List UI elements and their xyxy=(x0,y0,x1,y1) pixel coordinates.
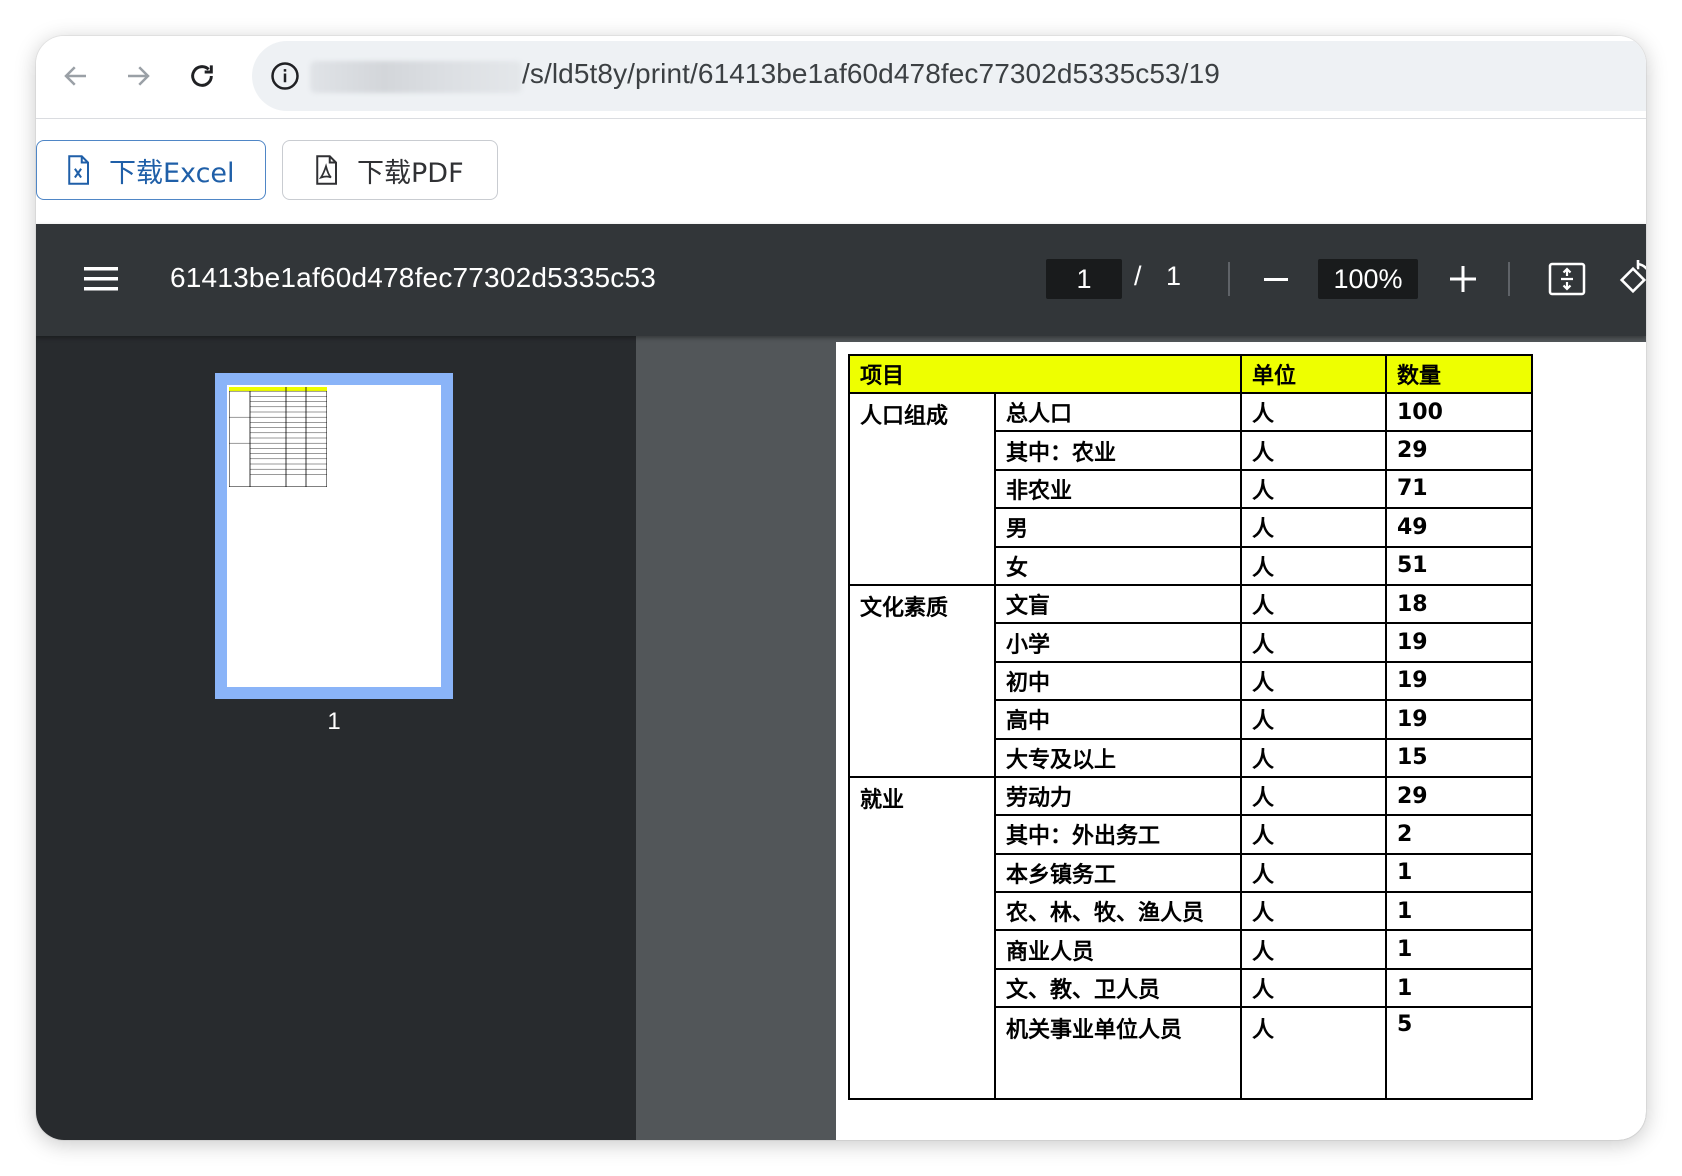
unit-cell: 人 xyxy=(1240,699,1387,740)
thumbnail-page xyxy=(227,385,441,687)
quantity-cell: 19 xyxy=(1385,699,1533,740)
quantity-cell: 18 xyxy=(1385,583,1533,625)
header-item: 项目 xyxy=(848,354,1242,394)
toolbar-divider xyxy=(1508,262,1510,296)
item-cell: 文、教、卫人员 xyxy=(994,967,1242,1009)
quantity-cell: 5 xyxy=(1385,1006,1533,1101)
download-pdf-label: 下载PDF xyxy=(357,157,464,189)
reload-icon xyxy=(191,65,213,87)
omnibox[interactable]: /s/ld5t8y/print/61413be1af60d478fec77302… xyxy=(252,41,1646,111)
header-quantity: 数量 xyxy=(1385,354,1533,394)
quantity-cell: 19 xyxy=(1385,622,1533,663)
download-excel-button[interactable]: 下载Excel xyxy=(36,140,266,200)
item-cell: 机关事业单位人员 xyxy=(994,1006,1242,1101)
table-row: 就业 劳动力人 29 xyxy=(848,775,1533,1101)
unit-cell: 人 xyxy=(1240,507,1387,548)
document-title: 61413be1af60d478fec77302d5335c53 xyxy=(170,262,656,293)
unit-cell: 人 xyxy=(1240,468,1387,510)
category-cell: 文化素质 xyxy=(848,583,996,778)
quantity-cell: 2 xyxy=(1385,814,1533,855)
reload-button[interactable] xyxy=(180,54,224,98)
excel-file-icon xyxy=(68,155,89,185)
unit-cell: 人 xyxy=(1240,967,1387,1009)
hamburger-menu-icon[interactable] xyxy=(84,264,118,294)
quantity-cell: 15 xyxy=(1385,737,1533,778)
pdf-page: 项目 单位 数量 人口组成 总人口人 100 其中：农业人 29 非农业人 71 男人 49 女人 51 文… xyxy=(836,342,1646,1140)
rotate-counterclockwise-icon[interactable] xyxy=(1616,258,1646,298)
pdf-file-icon xyxy=(316,155,337,185)
thumbnail-page-number: 1 xyxy=(327,708,341,735)
quantity-cell: 100 xyxy=(1385,391,1533,433)
table-row: 文化素质 文盲人 18 xyxy=(848,583,1533,778)
zoom-in-button[interactable] xyxy=(1450,266,1476,292)
item-cell: 商业人员 xyxy=(994,929,1242,970)
url-text[interactable]: /s/ld5t8y/print/61413be1af60d478fec77302… xyxy=(522,58,1220,90)
header-unit: 单位 xyxy=(1240,354,1387,394)
fit-to-page-icon[interactable] xyxy=(1548,260,1586,298)
category-cell: 人口组成 xyxy=(848,392,996,586)
unit-cell: 人 xyxy=(1240,891,1387,932)
arrow-left-icon xyxy=(64,66,86,86)
item-cell: 非农业 xyxy=(994,468,1242,510)
current-page-input[interactable]: 1 xyxy=(1046,259,1122,299)
quantity-cell: 29 xyxy=(1385,430,1533,471)
item-cell: 文盲 xyxy=(994,583,1242,625)
item-cell: 农、林、牧、渔人员 xyxy=(994,891,1242,932)
pdf-toolbar: 61413be1af60d478fec77302d5335c53 1 / 1 1… xyxy=(36,224,1646,336)
page-separator: / xyxy=(1134,261,1142,291)
quantity-cell: 29 xyxy=(1385,775,1533,817)
item-cell: 其中：外出务工 xyxy=(994,814,1242,855)
unit-cell: 人 xyxy=(1240,1006,1387,1101)
item-cell: 本乡镇务工 xyxy=(994,852,1242,894)
item-cell: 小学 xyxy=(994,622,1242,663)
quantity-cell: 1 xyxy=(1385,929,1533,970)
quantity-cell: 49 xyxy=(1385,507,1533,548)
unit-cell: 人 xyxy=(1240,737,1387,778)
quantity-cell: 19 xyxy=(1385,660,1533,702)
category-cell: 就业 xyxy=(848,775,996,1101)
unit-cell: 人 xyxy=(1240,583,1387,625)
item-cell: 男 xyxy=(994,507,1242,548)
forward-button[interactable] xyxy=(116,54,160,98)
thumbnail-sidebar: 1 xyxy=(36,336,636,1140)
info-icon[interactable] xyxy=(270,61,300,91)
page-thumbnail[interactable] xyxy=(215,373,453,699)
unit-cell: 人 xyxy=(1240,929,1387,970)
download-excel-label: 下载Excel xyxy=(109,157,235,189)
unit-cell: 人 xyxy=(1240,430,1387,471)
item-cell: 总人口 xyxy=(994,391,1242,433)
toolbar-divider xyxy=(1228,262,1230,296)
browser-window: /s/ld5t8y/print/61413be1af60d478fec77302… xyxy=(36,36,1646,1140)
thumbnail-table-preview xyxy=(229,387,327,487)
unit-cell: 人 xyxy=(1240,545,1387,586)
item-cell: 劳动力 xyxy=(994,775,1242,817)
item-cell: 初中 xyxy=(994,660,1242,702)
unit-cell: 人 xyxy=(1240,814,1387,855)
arrow-right-icon xyxy=(128,66,150,86)
unit-cell: 人 xyxy=(1240,622,1387,663)
unit-cell: 人 xyxy=(1240,775,1387,817)
item-cell: 其中：农业 xyxy=(994,430,1242,471)
quantity-cell: 1 xyxy=(1385,852,1533,894)
table-row: 人口组成 总人口人 100 xyxy=(848,391,1533,586)
download-pdf-button[interactable]: 下载PDF xyxy=(282,140,498,200)
statistics-table: 项目 单位 数量 人口组成 总人口人 100 其中：农业人 29 非农业人 71 男人 49 女人 51 文… xyxy=(848,354,1533,1101)
item-cell: 大专及以上 xyxy=(994,737,1242,778)
table-header-row: 项目 单位 数量 xyxy=(848,354,1533,394)
item-cell: 女 xyxy=(994,545,1242,586)
url-redacted-segment xyxy=(310,61,522,93)
quantity-cell: 1 xyxy=(1385,891,1533,932)
back-button[interactable] xyxy=(54,54,98,98)
unit-cell: 人 xyxy=(1240,391,1387,433)
zoom-level-input[interactable]: 100% xyxy=(1318,259,1418,299)
item-cell: 高中 xyxy=(994,699,1242,740)
total-pages: 1 xyxy=(1166,261,1182,291)
unit-cell: 人 xyxy=(1240,660,1387,702)
quantity-cell: 1 xyxy=(1385,967,1533,1009)
quantity-cell: 51 xyxy=(1385,545,1533,586)
zoom-out-button[interactable] xyxy=(1264,278,1288,281)
unit-cell: 人 xyxy=(1240,852,1387,894)
quantity-cell: 71 xyxy=(1385,468,1533,510)
address-bar-row: /s/ld5t8y/print/61413be1af60d478fec77302… xyxy=(36,36,1646,119)
